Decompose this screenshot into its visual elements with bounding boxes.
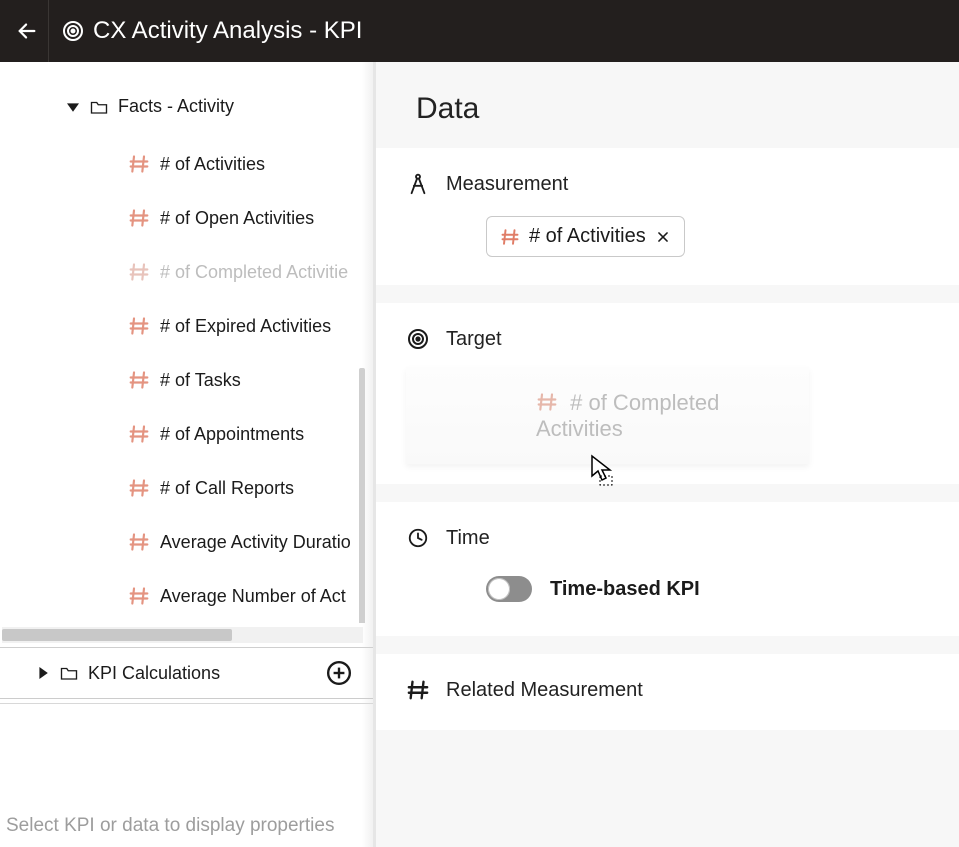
tree-item-label: # of Call Reports: [160, 478, 294, 499]
tree-item-label: # of Appointments: [160, 424, 304, 445]
tree-folder-label: KPI Calculations: [88, 663, 220, 684]
card-heading: Related Measurement: [446, 679, 643, 702]
hash-icon: [128, 207, 150, 229]
measurement-chip[interactable]: # of Activities: [486, 216, 685, 257]
tree-item-avg-duration[interactable]: Average Activity Duratio: [128, 515, 373, 569]
hash-icon: [128, 315, 150, 337]
back-button[interactable]: [10, 14, 44, 48]
compass-icon: [406, 172, 430, 196]
tree-item-appointments[interactable]: # of Appointments: [128, 407, 373, 461]
tree-folder-label: Facts - Activity: [118, 96, 234, 117]
section-title: Data: [376, 86, 959, 148]
tree-item-label: # of Open Activities: [160, 208, 314, 229]
tree-item-open-activities[interactable]: # of Open Activities: [128, 191, 373, 245]
ghost-label: # of Completed Activities: [536, 390, 719, 441]
tree-item-label: Average Activity Duratio: [160, 532, 351, 553]
hash-icon: [128, 423, 150, 445]
tree-item-tasks[interactable]: # of Tasks: [128, 353, 373, 407]
divider: [0, 703, 373, 704]
hash-icon: [499, 226, 521, 248]
hash-icon: [128, 531, 150, 553]
folder-icon: [60, 664, 78, 682]
tree-folder-facts[interactable]: Facts - Activity: [0, 90, 373, 123]
hash-icon: [128, 585, 150, 607]
caret-right-icon: [36, 667, 50, 679]
target-icon: [61, 19, 85, 43]
card-target: Target # of Completed Activities: [376, 303, 959, 484]
chip-label: # of Activities: [529, 225, 646, 248]
hash-icon: [128, 369, 150, 391]
tree-item-expired-activities[interactable]: # of Expired Activities: [128, 299, 373, 353]
hash-icon: [406, 678, 430, 702]
target-drop-ghost[interactable]: # of Completed Activities: [406, 367, 809, 464]
arrow-left-icon: [16, 20, 38, 42]
hash-icon: [128, 261, 150, 283]
horizontal-scrollbar-thumb[interactable]: [2, 629, 232, 641]
folder-icon: [90, 98, 108, 116]
hash-icon: [128, 477, 150, 499]
caret-down-icon: [66, 101, 80, 113]
sidebar-hint: Select KPI or data to display properties: [0, 815, 373, 837]
main-panel: Data Measurement # of Activities: [376, 62, 959, 847]
tree-item-label: Average Number of Act: [160, 586, 346, 607]
tree-item-label: # of Completed Activitie: [160, 262, 348, 283]
hash-icon: [536, 391, 558, 413]
card-heading: Target: [446, 328, 502, 351]
toggle-label: Time-based KPI: [550, 578, 700, 601]
divider: [0, 698, 373, 699]
card-related-measurement: Related Measurement: [376, 654, 959, 730]
tree-item-call-reports[interactable]: # of Call Reports: [128, 461, 373, 515]
tree-item-completed-activities[interactable]: # of Completed Activitie: [128, 245, 373, 299]
chip-remove-button[interactable]: [654, 228, 672, 246]
tree: Facts - Activity # of Activities # of Op…: [0, 62, 373, 623]
add-button[interactable]: [325, 659, 353, 687]
sidebar: Facts - Activity # of Activities # of Op…: [0, 62, 376, 847]
header-divider: [48, 0, 49, 62]
page-title: CX Activity Analysis - KPI: [93, 17, 362, 45]
target-icon: [406, 327, 430, 351]
card-heading: Measurement: [446, 173, 568, 196]
hash-icon: [128, 153, 150, 175]
tree-item-label: # of Tasks: [160, 370, 241, 391]
tree-folder-kpi-calculations[interactable]: KPI Calculations: [0, 648, 373, 698]
clock-icon: [406, 526, 430, 550]
time-based-toggle[interactable]: [486, 576, 532, 602]
app-header: CX Activity Analysis - KPI: [0, 0, 959, 62]
close-icon: [656, 230, 670, 244]
toggle-knob: [488, 578, 510, 600]
tree-item-label: # of Expired Activities: [160, 316, 331, 337]
tree-item-activities[interactable]: # of Activities: [128, 137, 373, 191]
tree-item-avg-number[interactable]: Average Number of Act: [128, 569, 373, 623]
plus-circle-icon: [326, 660, 352, 686]
tree-items: # of Activities # of Open Activities # o…: [0, 123, 373, 623]
vertical-scrollbar[interactable]: [359, 368, 365, 623]
tree-item-label: # of Activities: [160, 154, 265, 175]
card-measurement: Measurement # of Activities: [376, 148, 959, 285]
horizontal-scrollbar[interactable]: [2, 627, 363, 643]
card-heading: Time: [446, 527, 490, 550]
card-time: Time Time-based KPI: [376, 502, 959, 636]
